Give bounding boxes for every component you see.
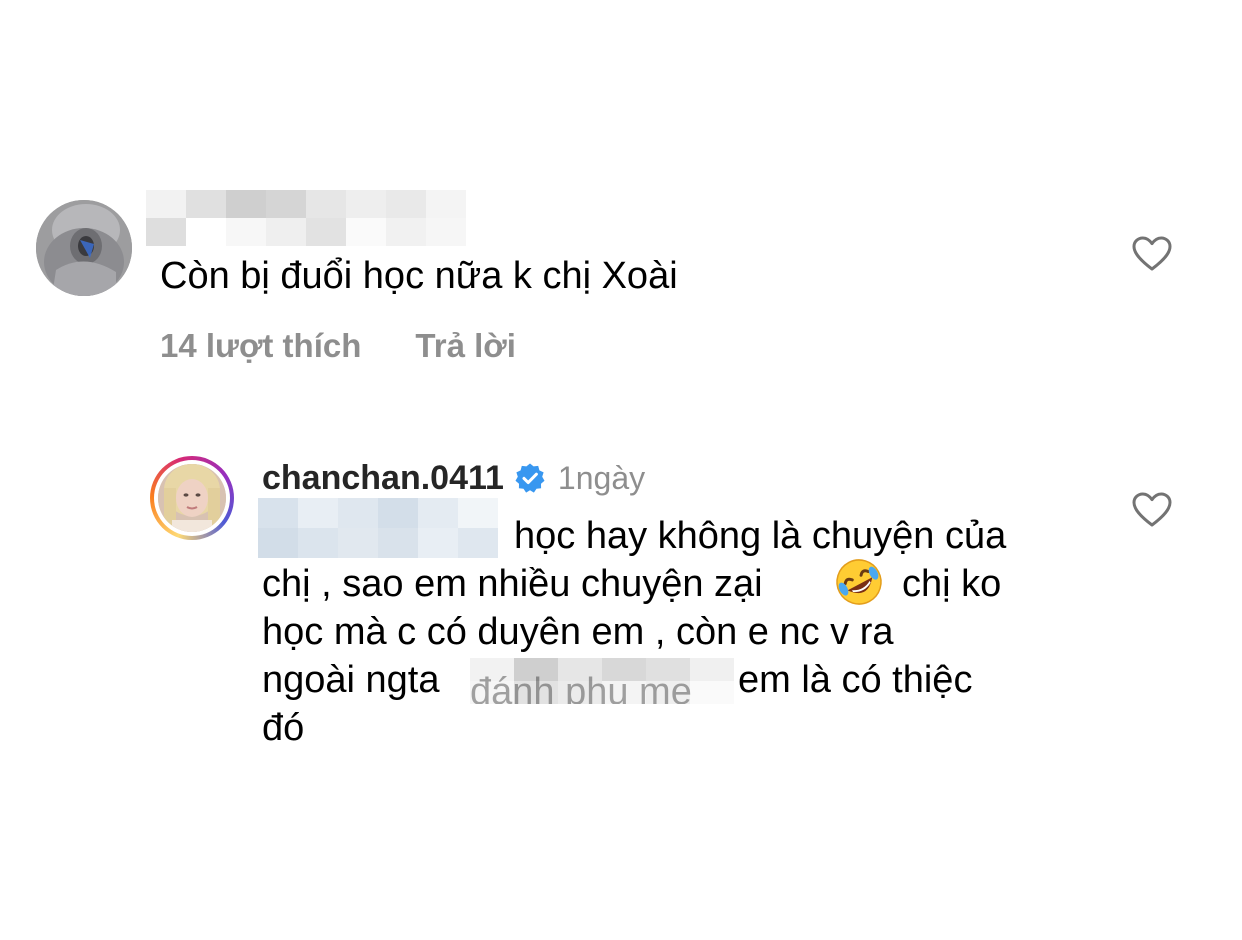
reply-avatar-story-ring[interactable] [150,456,234,540]
comment-actions: 14 lượt thích Trả lời [160,324,516,368]
reply-text-line: học mà c có duyên em , còn e nc v ra [262,611,894,653]
verified-badge-icon [514,462,546,494]
reply-text-fragment: chị ko [902,563,1002,605]
reply-button[interactable]: Trả lời [415,324,516,368]
reply-text-line: đó [262,707,305,749]
commenter-avatar[interactable] [36,200,132,296]
mention-redacted [258,498,508,560]
reply-text-line: ngoài ngta [262,659,440,701]
reply-header: chanchan.0411 1ngày [262,456,645,500]
comment-text: Còn bị đuổi học nữa k chị Xoài [160,255,678,297]
reply-avatar-ring-gap [154,460,230,536]
reply-timestamp: 1ngày [557,460,646,496]
heart-outline-icon[interactable] [1132,236,1172,272]
likes-count[interactable]: 14 lượt thích [160,324,361,368]
reply-text-line: chị , sao em nhiều chuyện zại [262,563,763,605]
reply-text-line: học hay không là chuyện của [514,515,1007,557]
woman-portrait-avatar-image [158,464,226,532]
inline-text-redacted: đánh phụ mẹ [470,658,734,704]
reply-username[interactable]: chanchan.0411 [262,456,504,500]
reply-avatar [158,464,226,532]
heart-outline-icon[interactable] [1132,492,1172,528]
comment-item: Còn bị đuổi học nữa k chị Xoài 14 lượt t… [0,0,1242,420]
rolling-on-the-floor-laughing-emoji [832,556,886,608]
commenter-username-redacted [146,190,466,246]
hooded-figure-avatar-image [36,200,132,296]
reply-text-fragment: em là có thiệc [738,659,973,701]
